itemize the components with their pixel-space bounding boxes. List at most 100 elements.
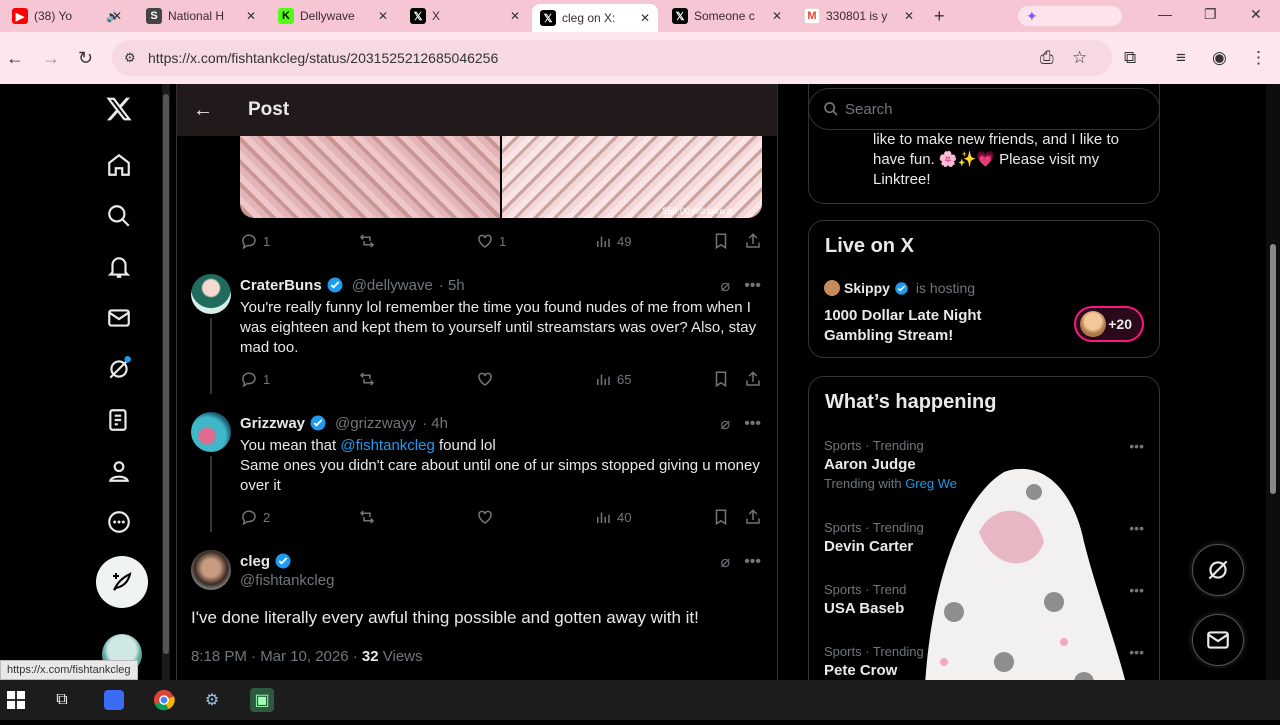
author-name[interactable]: Grizzway	[240, 415, 305, 432]
scrollbar-thumb[interactable]	[1270, 244, 1276, 494]
app-icon[interactable]	[102, 688, 126, 712]
lists-icon[interactable]	[104, 405, 134, 435]
grok-floating-button[interactable]	[1192, 544, 1244, 596]
close-tab-icon[interactable]: ✕	[378, 9, 388, 23]
app-icon[interactable]: ▣	[250, 688, 274, 712]
more-dots-icon[interactable]: •••	[744, 415, 761, 433]
chrome-icon[interactable]	[152, 688, 176, 712]
back-arrow-icon[interactable]: ←	[6, 48, 24, 69]
extensions-icon[interactable]: ⧉	[1124, 48, 1136, 68]
reply-button[interactable]: 1	[240, 232, 270, 250]
media-image-2[interactable]: $50.00 will take a	[502, 136, 762, 218]
post-datetime[interactable]: 8:18 PM · Mar 10, 2026 ·	[191, 648, 362, 665]
messages-envelope-icon[interactable]	[104, 303, 134, 333]
repost-button[interactable]	[358, 232, 376, 250]
browser-tab[interactable]: 𝕏 Someone c ✕	[664, 4, 790, 28]
compose-post-button[interactable]	[96, 556, 148, 608]
close-tab-icon[interactable]: ✕	[640, 11, 650, 25]
grok-icon[interactable]: ⌀	[721, 276, 731, 296]
repost-button[interactable]	[358, 370, 376, 388]
mention-link[interactable]: @fishtankcleg	[340, 437, 434, 454]
parent-post-media[interactable]: $50.00 will take a	[240, 136, 762, 218]
messages-floating-button[interactable]	[1192, 614, 1244, 666]
media-image-1[interactable]	[240, 136, 500, 218]
bookmark-button[interactable]	[712, 370, 730, 388]
timestamp[interactable]: · 5h	[439, 277, 465, 294]
more-dots-icon[interactable]: •••	[1129, 438, 1144, 454]
browser-tab[interactable]: K Dellywave ✕	[270, 4, 396, 28]
more-dots-icon[interactable]: •••	[744, 553, 761, 571]
like-button[interactable]	[476, 370, 494, 388]
reply-button[interactable]: 2	[240, 508, 270, 526]
repost-button[interactable]	[358, 508, 376, 526]
browser-tab[interactable]: M 330801 is y ✕	[796, 4, 922, 28]
task-view-icon[interactable]: ⧉	[50, 688, 74, 712]
minimize-icon[interactable]: —	[1158, 6, 1172, 22]
grok-icon[interactable]	[104, 354, 134, 384]
reply-button[interactable]: 1	[240, 370, 270, 388]
avatar[interactable]	[191, 412, 231, 452]
views-button[interactable]: 65	[594, 370, 631, 388]
more-dots-icon[interactable]: •••	[744, 277, 761, 295]
address-bar-row: ← → ↻ ⚙ https://x.com/fishtankcleg/statu…	[0, 32, 1280, 84]
share-button[interactable]	[744, 232, 762, 250]
notifications-bell-icon[interactable]	[104, 252, 134, 282]
close-window-icon[interactable]: ✕	[1250, 6, 1262, 23]
author-handle[interactable]: @fishtankcleg	[240, 572, 334, 589]
profile-person-icon[interactable]	[104, 456, 134, 486]
search-icon[interactable]	[104, 201, 134, 231]
restore-icon[interactable]: ❐	[1204, 6, 1217, 23]
author-handle[interactable]: @grizzwayy	[335, 415, 416, 432]
author-handle[interactable]: @dellywave	[352, 277, 433, 294]
scrollbar-thumb[interactable]	[163, 94, 169, 654]
close-tab-icon[interactable]: ✕	[904, 9, 914, 23]
live-host-row[interactable]: Skippy is hosting	[824, 280, 975, 296]
author-name[interactable]: cleg	[240, 553, 270, 570]
install-app-icon[interactable]: ⎙	[1040, 48, 1054, 68]
back-arrow-icon[interactable]: ←	[193, 99, 213, 122]
bookmark-button[interactable]	[712, 508, 730, 526]
avatar[interactable]	[191, 274, 231, 314]
views-button[interactable]: 40	[594, 508, 631, 526]
windows-start-icon[interactable]	[4, 688, 28, 712]
steam-icon[interactable]: ⚙	[200, 688, 224, 712]
close-tab-icon[interactable]: ✕	[510, 9, 520, 23]
url-field[interactable]: ⚙ https://x.com/fishtankcleg/status/2031…	[112, 40, 1112, 76]
browser-tab[interactable]: 𝕏 X ✕	[402, 4, 528, 28]
share-button[interactable]	[744, 370, 762, 388]
right-scrollbar[interactable]	[1266, 84, 1280, 680]
gemini-pill[interactable]: ✦	[1018, 6, 1122, 26]
browser-tab[interactable]: ▶ (38) Yo 🔊 ✕	[4, 4, 130, 28]
forward-arrow-icon[interactable]: →	[42, 48, 60, 69]
bookmark-star-icon[interactable]: ☆	[1072, 48, 1087, 68]
browser-tab[interactable]: S National H ✕	[138, 4, 264, 28]
kebab-menu-icon[interactable]: ⋮	[1250, 48, 1267, 68]
home-icon[interactable]	[104, 150, 134, 180]
bookmark-button[interactable]	[712, 232, 730, 250]
site-info-icon[interactable]: ⚙	[124, 50, 136, 66]
close-tab-icon[interactable]: ✕	[246, 9, 256, 23]
close-tab-icon[interactable]: ✕	[112, 9, 122, 23]
close-tab-icon[interactable]: ✕	[772, 9, 782, 23]
grok-icon[interactable]: ⌀	[721, 552, 731, 572]
left-scrollbar[interactable]	[162, 84, 170, 680]
search-input[interactable]: Search	[808, 88, 1160, 130]
profile-avatar-icon[interactable]: ◉	[1212, 48, 1227, 68]
like-button[interactable]: 1	[476, 232, 506, 250]
new-tab-icon[interactable]: +	[934, 6, 945, 27]
x-logo-icon: 𝕏	[672, 8, 688, 24]
views-button[interactable]: 49	[594, 232, 631, 250]
like-button[interactable]	[476, 508, 494, 526]
x-logo-icon[interactable]	[104, 94, 134, 124]
timestamp[interactable]: · 4h	[422, 415, 448, 432]
reload-icon[interactable]: ↻	[78, 48, 93, 69]
media-icon[interactable]: ≡	[1176, 48, 1186, 68]
live-listeners-badge[interactable]: +20	[1074, 306, 1144, 342]
browser-tab-active[interactable]: 𝕏 cleg on X: ✕	[532, 4, 658, 32]
share-button[interactable]	[744, 508, 762, 526]
more-circle-icon[interactable]	[104, 507, 134, 537]
avatar[interactable]	[191, 550, 231, 590]
live-title[interactable]: 1000 Dollar Late Night Gambling Stream!	[824, 306, 1044, 346]
grok-icon[interactable]: ⌀	[721, 414, 731, 434]
author-name[interactable]: CraterBuns	[240, 277, 322, 294]
